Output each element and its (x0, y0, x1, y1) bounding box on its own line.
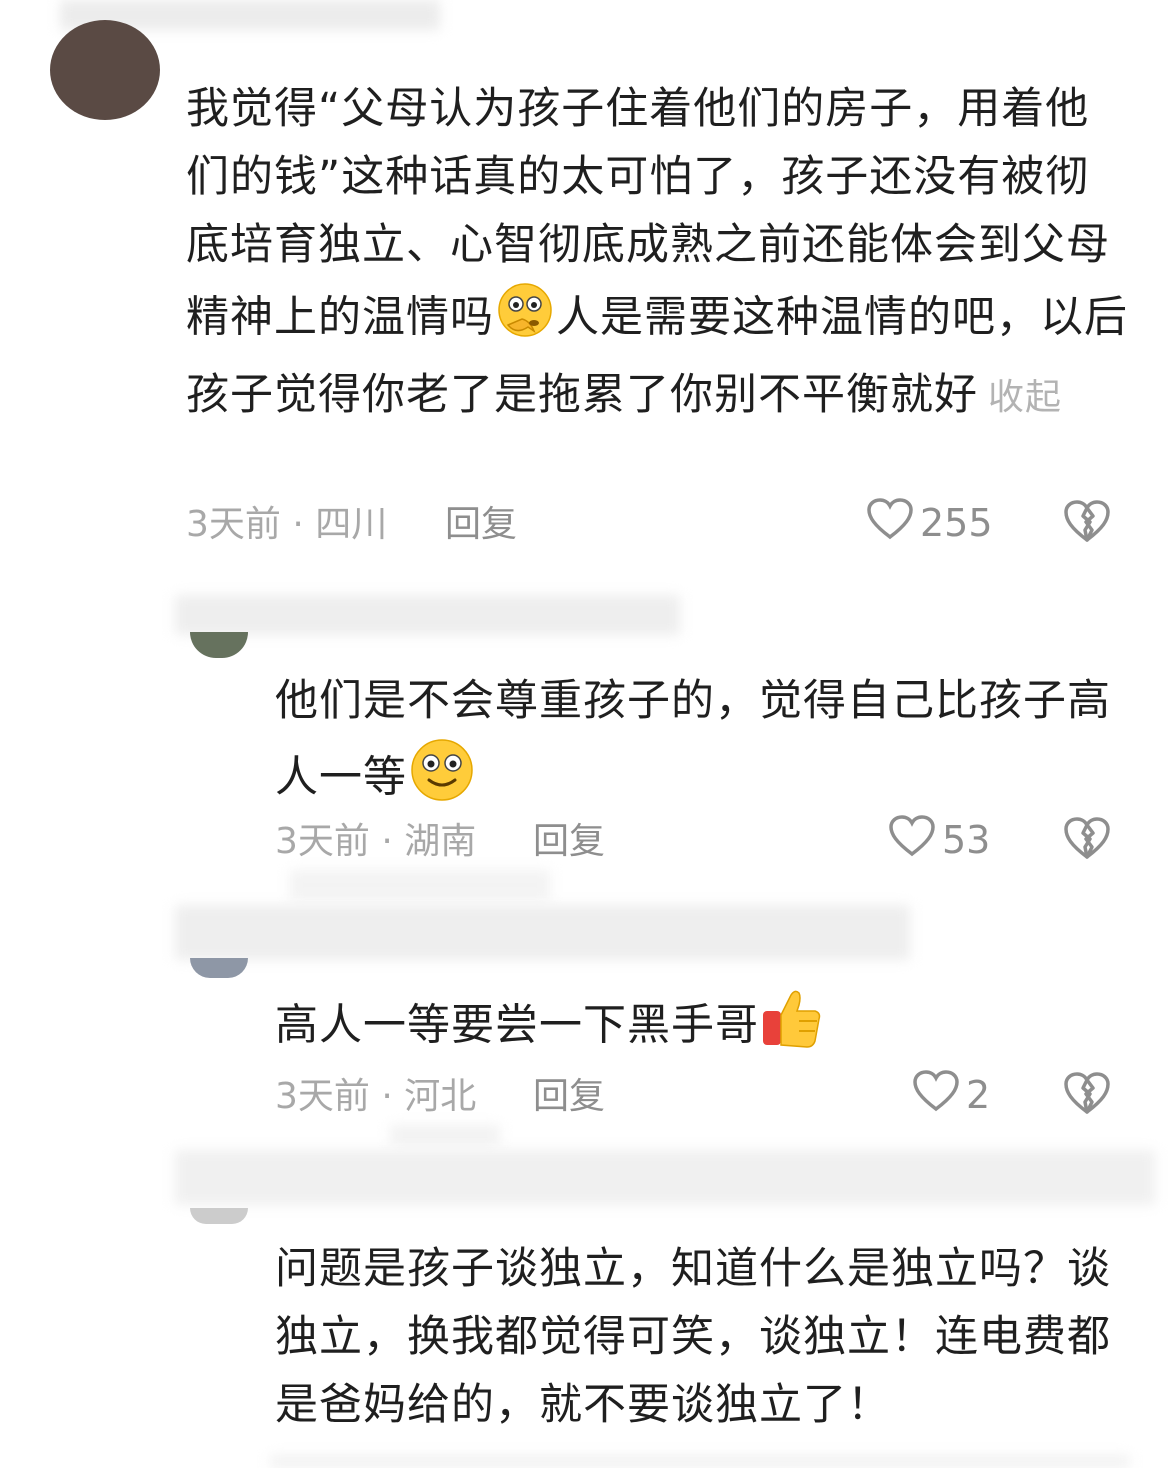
smiling-face-icon (407, 735, 477, 825)
heart-icon (888, 814, 936, 867)
comment-meta: 3天前 · 湖南 (275, 821, 477, 862)
broken-heart-icon (1062, 1072, 1112, 1120)
username-blurred (175, 905, 910, 960)
dislike-button[interactable] (1062, 1070, 1112, 1120)
reply-button[interactable]: 回复 (533, 1072, 605, 1122)
comment-meta: 3天前 · 四川 (186, 504, 388, 545)
reply-button[interactable]: 回复 (445, 500, 517, 550)
comment-text: 高人一等要尝一下黑手哥 (275, 985, 1145, 1071)
avatar[interactable] (190, 958, 248, 978)
broken-heart-icon (1062, 817, 1112, 865)
footer-cutoff (270, 1455, 1130, 1468)
comment-text: 我觉得“父母认为孩子住着他们的房子，用着他们的钱”这种话真的太可怕了，孩子还没有… (186, 75, 1131, 432)
like-button[interactable]: 53 (888, 814, 991, 867)
like-button[interactable]: 2 (912, 1069, 991, 1122)
like-count: 53 (942, 818, 991, 862)
avatar[interactable] (190, 1208, 248, 1224)
reply-button[interactable]: 回复 (533, 817, 605, 867)
heart-icon (912, 1069, 960, 1122)
heart-icon (866, 497, 914, 550)
like-count: 2 (966, 1073, 991, 1117)
broken-heart-icon (1062, 500, 1112, 548)
username-blurred (290, 870, 550, 900)
avatar[interactable] (50, 20, 160, 120)
comment-text-part1: 他们是不会尊重孩子的，觉得自己比孩子高人一等 (275, 676, 1111, 803)
username-blurred (175, 1150, 1155, 1205)
comment-text: 他们是不会尊重孩子的，觉得自己比孩子高人一等 (275, 667, 1145, 825)
thumbs-up-icon (759, 985, 825, 1071)
username-blurred (175, 595, 680, 635)
comment-meta: 3天前 · 河北 (275, 1076, 477, 1117)
dislike-button[interactable] (1062, 815, 1112, 865)
comment-text-part1: 高人一等要尝一下黑手哥 (275, 1000, 759, 1051)
like-button[interactable]: 255 (866, 497, 993, 550)
dislike-button[interactable] (1062, 498, 1112, 548)
avatar[interactable] (190, 632, 248, 658)
comment-text: 问题是孩子谈独立，知道什么是独立吗？谈独立，换我都觉得可笑，谈独立！连电费都是爸… (275, 1244, 1111, 1430)
username-blurred (390, 1125, 500, 1145)
thinking-face-icon (494, 279, 556, 361)
collapse-button[interactable]: 收起 (988, 377, 1062, 418)
like-count: 255 (920, 501, 993, 545)
